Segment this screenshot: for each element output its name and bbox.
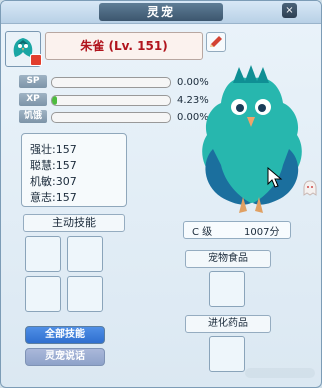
xp-bar [51, 95, 171, 106]
skill-slot-2[interactable] [67, 236, 103, 272]
hunger-label: 饥饿 [19, 110, 47, 123]
hunger-bar [51, 112, 171, 123]
pet-grade: C 级 [192, 227, 213, 238]
attr-wisdom: 聪慧:157 [30, 159, 77, 172]
all-skills-button[interactable]: 全部技能 [25, 326, 105, 344]
window-title: 灵宠 [99, 3, 223, 21]
pet-food-slot[interactable] [209, 271, 245, 307]
attr-agility: 机敏:307 [30, 175, 77, 188]
xp-bar-fill [52, 96, 57, 105]
ghost-icon [301, 179, 319, 200]
attr-will: 意志:157 [30, 191, 77, 204]
pet-talk-button[interactable]: 灵宠说话 [25, 348, 105, 366]
window-titlebar[interactable]: 灵宠 × [1, 1, 321, 24]
phoenix-pet-illustration [202, 65, 302, 213]
xp-label: XP [19, 93, 47, 106]
attr-strength: 强壮:157 [30, 143, 77, 156]
attributes-panel: 强壮:157 聪慧:157 机敏:307 意志:157 [21, 133, 127, 207]
skill-slot-4[interactable] [67, 276, 103, 312]
pencil-icon [210, 36, 222, 47]
sp-label: SP [19, 75, 47, 88]
pet-window: 灵宠 × 朱雀 (Lv. 151) SP 0.00% XP 4.23% 饥饿 0… [0, 0, 322, 388]
pet-score: 1007分 [244, 227, 280, 238]
active-skills-title: 主动技能 [23, 214, 125, 232]
pet-grade-score: C 级 1007分 [183, 221, 291, 239]
skill-slot-3[interactable] [25, 276, 61, 312]
avatar-badge [30, 54, 42, 66]
mouse-cursor-icon [267, 166, 283, 192]
pet-food-title: 宠物食品 [185, 250, 271, 268]
pet-avatar[interactable] [5, 31, 42, 67]
close-button[interactable]: × [282, 3, 297, 18]
rename-button[interactable] [206, 32, 226, 52]
sp-bar [51, 77, 171, 88]
skill-slot-1[interactable] [25, 236, 61, 272]
pet-name-level: 朱雀 (Lv. 151) [45, 32, 203, 60]
evolution-potion-slot[interactable] [209, 336, 245, 372]
watermark-logo [245, 365, 315, 385]
evolution-potion-title: 进化药品 [185, 315, 271, 333]
